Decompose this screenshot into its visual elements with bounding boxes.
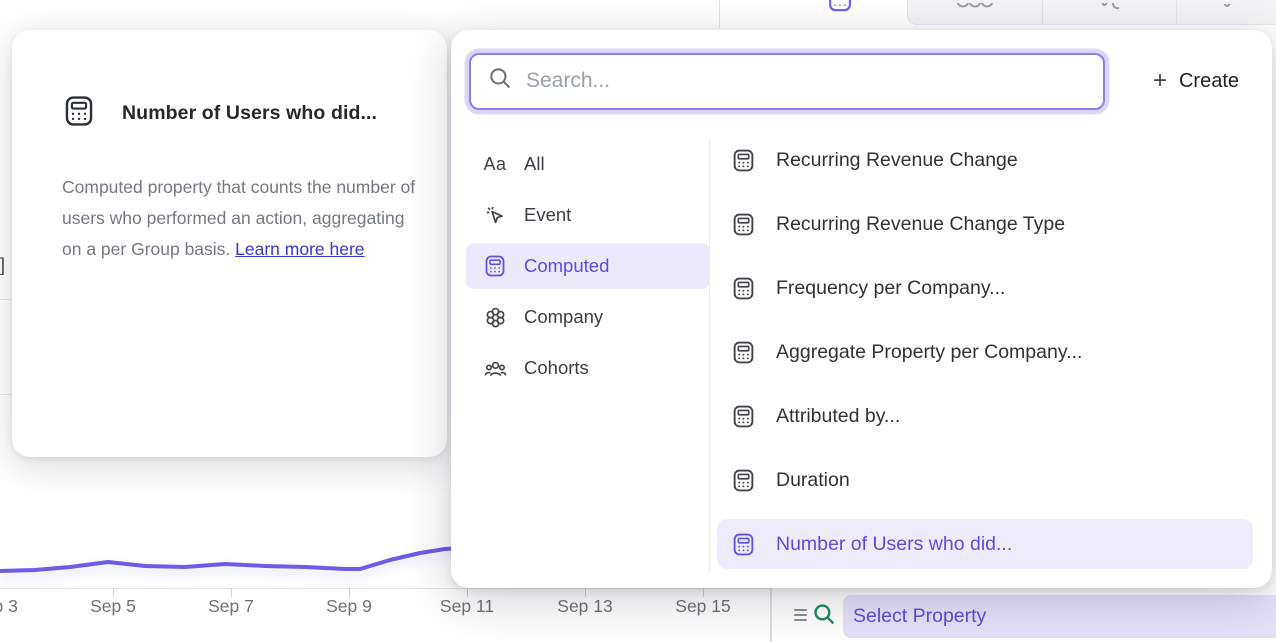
- marker-icon: [1207, 0, 1247, 10]
- x-axis-line: [0, 588, 770, 589]
- select-property-row[interactable]: Select Property: [788, 592, 1276, 642]
- column-divider: [770, 588, 772, 642]
- plus-icon: +: [1153, 69, 1167, 93]
- trend-line: [0, 548, 460, 571]
- category-label: Computed: [524, 255, 609, 277]
- tab-dots[interactable]: [908, 0, 1042, 24]
- select-property-pill[interactable]: Select Property: [843, 595, 1276, 638]
- drag-handle-icon[interactable]: [794, 609, 807, 621]
- dots-icon: [955, 0, 995, 10]
- search-box[interactable]: [469, 53, 1105, 110]
- category-item-computed[interactable]: Computed: [466, 243, 710, 289]
- property-item[interactable]: Attributed by...: [717, 391, 1253, 441]
- property-label: Attributed by...: [776, 405, 900, 428]
- calculator-icon: [825, 0, 855, 13]
- tab-computed-active[interactable]: [720, 0, 907, 28]
- tooltip-description: Computed property that counts the number…: [62, 172, 426, 265]
- create-button-label: Create: [1179, 70, 1239, 93]
- calculator-icon: [731, 468, 756, 493]
- company-cluster-icon: [482, 305, 508, 330]
- calculator-icon: [731, 340, 756, 365]
- property-item[interactable]: Recurring Revenue Change Type: [717, 199, 1253, 249]
- property-item-selected[interactable]: Number of Users who did...: [717, 519, 1253, 569]
- calculator-icon: [731, 212, 756, 237]
- tab-marker[interactable]: [1176, 0, 1276, 24]
- property-label: Number of Users who did...: [776, 533, 1012, 556]
- clipped-text-fragment: ]: [0, 255, 5, 276]
- tooltip-title: Number of Users who did...: [122, 102, 377, 125]
- x-axis-label: Sep 7: [208, 596, 254, 617]
- property-tooltip-card: Number of Users who did... Computed prop…: [12, 30, 447, 457]
- property-label: Duration: [776, 469, 850, 492]
- property-label: Aggregate Property per Company...: [776, 341, 1082, 364]
- property-label: Frequency per Company...: [776, 277, 1005, 300]
- category-item-event[interactable]: Event: [466, 192, 710, 238]
- calculator-icon: [62, 94, 96, 133]
- property-item[interactable]: Aggregate Property per Company...: [717, 327, 1253, 377]
- calculator-icon: [731, 276, 756, 301]
- inactive-tabs: [907, 0, 1276, 25]
- category-item-all[interactable]: Aa All: [466, 141, 710, 187]
- category-label: All: [524, 153, 545, 175]
- x-axis-label: Sep 5: [90, 596, 136, 617]
- calculator-icon: [731, 148, 756, 173]
- app-stage: ] Sep 3 Sep 5 Sep 7 Sep 9 Sep 11 Sep 13 …: [0, 0, 1276, 642]
- learn-more-link[interactable]: Learn more here: [235, 239, 364, 259]
- x-axis-label: Sep 11: [440, 596, 494, 617]
- calculator-icon: [482, 254, 508, 278]
- cursor-sparkle-icon: [482, 203, 508, 227]
- property-item[interactable]: Recurring Revenue Change: [717, 135, 1253, 185]
- divider-fragment: [0, 299, 12, 300]
- search-icon-green: [812, 602, 837, 632]
- calculator-icon: [731, 532, 756, 557]
- x-axis-label: Sep 15: [675, 596, 730, 617]
- tab-flows[interactable]: [1042, 0, 1176, 24]
- property-item[interactable]: Frequency per Company...: [717, 263, 1253, 313]
- category-item-cohorts[interactable]: Cohorts: [466, 345, 710, 391]
- calculator-icon: [731, 404, 756, 429]
- category-label: Company: [524, 306, 603, 328]
- category-label: Cohorts: [524, 357, 589, 379]
- flow-icon: [1090, 0, 1130, 10]
- category-list: Aa All Event: [466, 141, 710, 396]
- create-button[interactable]: + Create: [1153, 69, 1239, 93]
- divider-fragment: [0, 394, 12, 395]
- top-tab-strip: [719, 0, 1276, 28]
- search-icon: [488, 66, 513, 96]
- panel-divider: [709, 138, 710, 572]
- property-label: Recurring Revenue Change: [776, 149, 1018, 172]
- search-input[interactable]: [526, 69, 1086, 93]
- category-item-company[interactable]: Company: [466, 294, 710, 340]
- x-axis-label: Sep 13: [557, 596, 612, 617]
- property-label: Recurring Revenue Change Type: [776, 213, 1065, 236]
- x-axis-label: Sep 3: [0, 596, 18, 617]
- property-list: Recurring Revenue Change Recurring Reven…: [717, 135, 1253, 583]
- property-item[interactable]: Duration: [717, 455, 1253, 505]
- text-aa-icon: Aa: [482, 154, 508, 175]
- x-axis-label: Sep 9: [326, 596, 372, 617]
- property-picker-panel: + Create Aa All Event: [451, 30, 1272, 588]
- people-icon: [482, 356, 508, 381]
- trend-chart: [0, 540, 462, 590]
- category-label: Event: [524, 204, 571, 226]
